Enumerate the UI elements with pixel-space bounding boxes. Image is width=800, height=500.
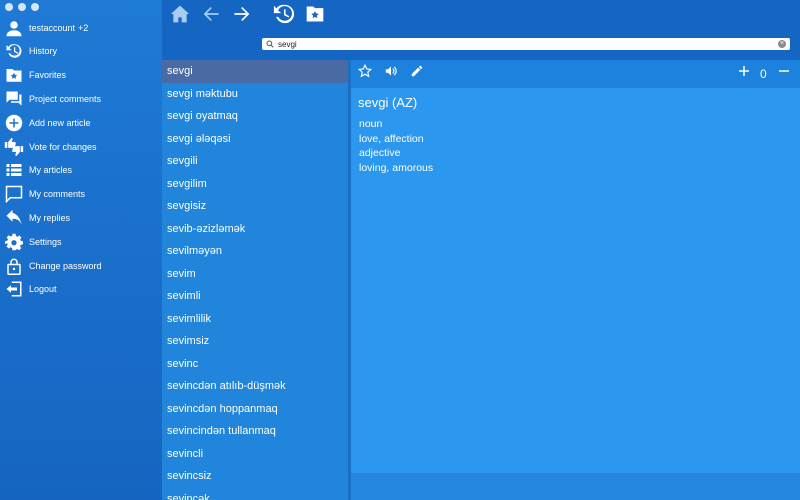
- word-list-item[interactable]: sevimlilik: [162, 308, 348, 331]
- favorites-folder-icon: [4, 65, 24, 85]
- sidebar: testaccount +2 History Favorites Project…: [0, 0, 162, 500]
- word-list-item[interactable]: sevgi oyatmaq: [162, 105, 348, 128]
- list-icon: [4, 160, 24, 180]
- favorites-button[interactable]: [302, 4, 328, 28]
- word-list-item[interactable]: sevincsiz: [162, 465, 348, 488]
- plus-icon: [738, 64, 750, 82]
- arrow-left-icon: [201, 4, 221, 29]
- add-icon: [4, 113, 24, 133]
- word-list-item[interactable]: sevgilim: [162, 173, 348, 196]
- minimize-window-button[interactable]: [18, 3, 26, 11]
- favorites-folder-icon: [305, 4, 325, 29]
- article-line: noun: [359, 118, 383, 130]
- star-outline-icon: [357, 63, 373, 83]
- search-field[interactable]: ×: [262, 38, 790, 50]
- sidebar-item-add-article[interactable]: Add new article: [4, 112, 91, 134]
- sidebar-item-settings[interactable]: Settings: [4, 231, 62, 253]
- logout-icon: [4, 279, 24, 299]
- clear-search-icon[interactable]: ×: [778, 40, 786, 48]
- lock-icon: [4, 256, 24, 276]
- sidebar-item-project-comments[interactable]: Project comments: [4, 88, 101, 110]
- word-list-item[interactable]: sevincdən hoppanmaq: [162, 398, 348, 421]
- word-list-item[interactable]: sevincdən atılıb-düşmək: [162, 375, 348, 398]
- pencil-icon: [410, 64, 424, 83]
- article-line: loving, amorous: [359, 161, 434, 174]
- minus-icon: [778, 64, 790, 82]
- sidebar-item-label: History: [29, 46, 58, 56]
- sidebar-item-label: My comments: [29, 189, 86, 199]
- sidebar-item-label: My replies: [29, 213, 71, 223]
- sidebar-item-label: Logout: [29, 284, 57, 294]
- sidebar-item-my-articles[interactable]: My articles: [4, 159, 72, 181]
- word-list-item[interactable]: sevincək: [162, 488, 348, 500]
- account-name: testaccount: [29, 23, 76, 33]
- word-list-item[interactable]: sevgisiz: [162, 195, 348, 218]
- history-button[interactable]: [271, 4, 297, 28]
- rating-count: 0: [760, 67, 767, 81]
- sidebar-item-logout[interactable]: Logout: [4, 278, 57, 300]
- favorite-button[interactable]: [357, 63, 373, 83]
- gear-icon: [4, 232, 24, 252]
- comments-icon: [4, 89, 24, 109]
- sidebar-item-label: Add new article: [29, 118, 91, 128]
- forward-button[interactable]: [229, 4, 255, 28]
- home-icon: [170, 4, 190, 29]
- sidebar-item-my-comments[interactable]: My comments: [4, 183, 85, 205]
- sidebar-item-label: Project comments: [29, 94, 102, 104]
- history-icon: [273, 3, 295, 30]
- article-body: noun love, affection adjective loving, a…: [359, 117, 433, 175]
- word-list-item[interactable]: sevimli: [162, 285, 348, 308]
- reply-icon: [4, 208, 24, 228]
- word-list-item[interactable]: sevgi məktubu: [162, 83, 348, 106]
- article-footer: [351, 473, 800, 500]
- word-list-item[interactable]: sevgili: [162, 150, 348, 173]
- article-toolbar: 0: [351, 60, 800, 88]
- arrow-right-icon: [232, 4, 252, 29]
- zoom-window-button[interactable]: [31, 3, 39, 11]
- word-list-item[interactable]: sevilməyən: [162, 240, 348, 263]
- word-list-item[interactable]: sevimsiz: [162, 330, 348, 353]
- history-icon: [4, 41, 24, 61]
- window-controls: [5, 3, 39, 11]
- sidebar-item-history[interactable]: History: [4, 40, 57, 62]
- word-list: sevgi sevgi məktubu sevgi oyatmaq sevgi ələ…: [162, 60, 350, 500]
- sidebar-item-label: Favorites: [29, 70, 67, 80]
- account-badge: +2: [78, 23, 89, 33]
- sidebar-item-label: Settings: [29, 237, 62, 247]
- vote-up-button[interactable]: [736, 65, 752, 81]
- search-bar: ×: [162, 36, 800, 60]
- sidebar-item-change-password[interactable]: Change password: [4, 255, 102, 277]
- article-title: sevgi (AZ): [358, 95, 418, 110]
- word-list-item[interactable]: sevib-əzizləmək: [162, 218, 348, 241]
- sidebar-item-favorites[interactable]: Favorites: [4, 64, 66, 86]
- close-window-button[interactable]: [5, 3, 13, 11]
- speaker-icon: [384, 64, 398, 83]
- edit-button[interactable]: [409, 65, 425, 81]
- vote-down-button[interactable]: [776, 65, 792, 81]
- word-list-item[interactable]: sevgi: [162, 60, 348, 83]
- search-icon: [266, 35, 274, 53]
- thumbs-icon: [4, 137, 24, 157]
- sidebar-item-my-replies[interactable]: My replies: [4, 207, 70, 229]
- account-item[interactable]: testaccount +2: [4, 17, 88, 39]
- sidebar-item-vote[interactable]: Vote for changes: [4, 136, 97, 158]
- search-input[interactable]: [278, 39, 768, 49]
- home-button[interactable]: [167, 4, 193, 28]
- sidebar-item-label: My articles: [29, 165, 73, 175]
- article-pane: 0 sevgi (AZ) noun love, affection adject…: [351, 60, 800, 500]
- word-list-item[interactable]: sevim: [162, 263, 348, 286]
- word-list-item[interactable]: sevincindən tullanmaq: [162, 420, 348, 443]
- user-icon: [4, 18, 24, 38]
- word-list-item[interactable]: sevgi ələqəsi: [162, 128, 348, 151]
- word-list-item[interactable]: sevincli: [162, 443, 348, 466]
- word-list-item[interactable]: sevinc: [162, 353, 348, 376]
- pronounce-button[interactable]: [383, 65, 399, 81]
- article-line: adjective: [359, 147, 401, 159]
- main-toolbar: [162, 0, 800, 36]
- back-button[interactable]: [198, 4, 224, 28]
- sidebar-item-label: Vote for changes: [29, 142, 97, 152]
- article-line: love, affection: [359, 132, 424, 145]
- comment-icon: [4, 184, 24, 204]
- sidebar-item-label: Change password: [29, 261, 102, 271]
